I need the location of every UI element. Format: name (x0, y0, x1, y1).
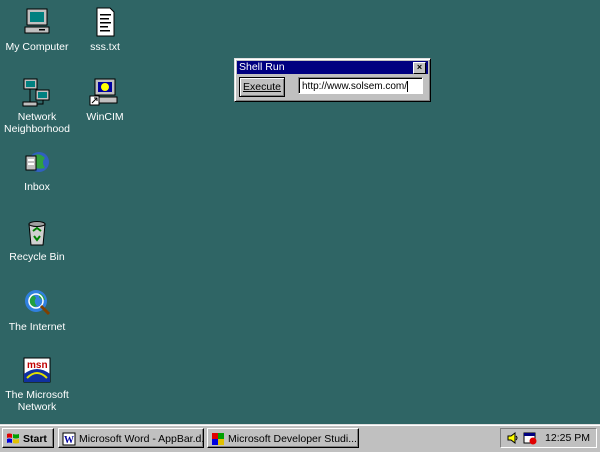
close-button[interactable]: × (413, 62, 426, 74)
network-neighborhood-icon (22, 78, 50, 107)
developer-studio-icon (212, 433, 224, 445)
desktop-icon-label: Network Neighborhood (4, 111, 70, 135)
task-button-word[interactable]: W Microsoft Word - AppBar.d... (58, 428, 204, 448)
shell-run-titlebar[interactable]: Shell Run × (237, 61, 428, 74)
task-label: Microsoft Developer Studi... (228, 433, 357, 445)
desktop-icon-the-internet[interactable]: The Internet (0, 286, 74, 333)
url-input[interactable]: http://www.solsem.com/ (298, 77, 423, 94)
svg-text:msn: msn (27, 360, 48, 371)
execute-button[interactable]: Execute (239, 77, 285, 97)
desktop-icon-label: Recycle Bin (9, 251, 65, 263)
desktop-icon-label: WinCIM (86, 111, 124, 123)
taskbar: Start W Microsoft Word - AppBar.d... Mic… (0, 424, 600, 452)
desktop-icon-sss-txt[interactable]: sss.txt (68, 6, 142, 53)
desktop-icon-my-computer[interactable]: My Computer (0, 6, 74, 53)
desktop-icon-recycle-bin[interactable]: Recycle Bin (0, 216, 74, 263)
window-title: Shell Run (239, 61, 285, 73)
desktop-icon-label: Inbox (24, 181, 50, 193)
scheduler-icon[interactable] (523, 431, 537, 445)
system-tray: 12:25 PM (500, 428, 597, 448)
desktop-icon-label: The Internet (8, 321, 66, 333)
shell-run-window[interactable]: Shell Run × Execute http://www.solsem.co… (234, 58, 431, 102)
start-button[interactable]: Start (2, 428, 54, 448)
desktop-icon-msn[interactable]: msn The Microsoft Network (0, 354, 74, 413)
word-icon: W (62, 432, 76, 446)
url-input-value: http://www.solsem.com/ (302, 81, 408, 92)
text-caret (407, 80, 409, 92)
svg-text:W: W (64, 435, 74, 446)
clock[interactable]: 12:25 PM (545, 429, 590, 447)
desktop-icon-inbox[interactable]: Inbox (0, 146, 74, 193)
text-file-icon (96, 7, 115, 37)
task-label: Microsoft Word - AppBar.d... (79, 433, 204, 445)
my-computer-icon (24, 8, 50, 34)
windows-logo-icon (7, 433, 19, 444)
inbox-icon (25, 152, 49, 172)
volume-icon[interactable] (506, 431, 520, 445)
close-icon: × (416, 62, 423, 72)
internet-globe-icon (25, 290, 51, 316)
task-button-developer-studio[interactable]: Microsoft Developer Studi... (207, 428, 359, 448)
desktop-icon-label: The Microsoft Network (5, 389, 69, 413)
start-label: Start (23, 433, 47, 445)
recycle-bin-icon (28, 221, 46, 246)
desktop-icon-label: My Computer (5, 41, 69, 53)
wincim-icon (89, 78, 118, 106)
msn-icon: msn (23, 357, 51, 383)
desktop-icon-label: sss.txt (90, 41, 120, 53)
desktop-icon-wincim[interactable]: WinCIM (68, 76, 142, 123)
desktop-icon-network-neighborhood[interactable]: Network Neighborhood (0, 76, 74, 135)
